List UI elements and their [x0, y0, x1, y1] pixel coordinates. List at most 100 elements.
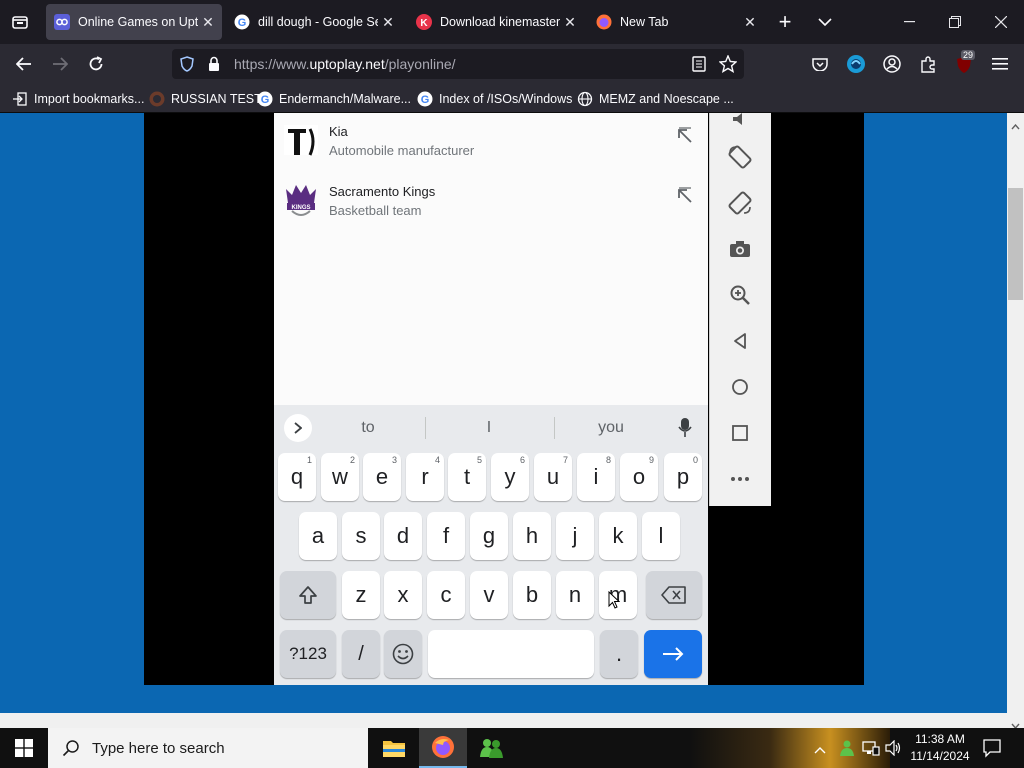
bookmark-import[interactable]: Import bookmarks...	[12, 90, 144, 108]
network-icon[interactable]	[862, 740, 880, 761]
extensions-icon[interactable]	[912, 48, 944, 80]
key-i[interactable]: i8	[577, 453, 615, 501]
key-t[interactable]: t5	[448, 453, 486, 501]
notifications-icon[interactable]	[982, 738, 1002, 763]
tab-new-tab[interactable]: New Tab ✕	[588, 4, 764, 40]
msn-messenger-icon[interactable]	[468, 728, 516, 768]
result-item-kia[interactable]: Kia Automobile manufacturer	[274, 113, 708, 163]
symbols-key[interactable]: ?123	[280, 630, 336, 678]
close-tab-icon[interactable]: ✕	[378, 14, 398, 31]
shift-key[interactable]	[280, 571, 336, 619]
bookmark-star-icon[interactable]	[718, 54, 738, 78]
suggestion-word[interactable]: you	[577, 419, 645, 437]
camera-icon[interactable]	[724, 233, 756, 265]
key-a[interactable]: a	[299, 512, 337, 560]
home-circle-icon[interactable]	[724, 371, 756, 403]
new-tab-icon[interactable]: +	[769, 6, 801, 38]
tab-uptoplay[interactable]: Online Games on Uptopl ✕	[46, 4, 222, 40]
suggestion-word[interactable]: to	[334, 419, 402, 437]
tracking-shield-icon[interactable]	[180, 56, 194, 77]
taskbar-search-box[interactable]: Type here to search	[48, 728, 368, 768]
key-z[interactable]: z	[342, 571, 380, 619]
key-p[interactable]: p0	[664, 453, 702, 501]
fill-query-arrow-icon[interactable]	[676, 187, 694, 205]
key-w[interactable]: w2	[321, 453, 359, 501]
back-triangle-icon[interactable]	[724, 325, 756, 357]
close-tab-icon[interactable]: ✕	[740, 14, 760, 31]
volume-tray-icon[interactable]	[885, 739, 903, 761]
reload-icon[interactable]	[80, 48, 112, 80]
key-d[interactable]: d	[384, 512, 422, 560]
bookmark-endermanch[interactable]: G Endermanch/Malware...	[257, 90, 411, 108]
close-tab-icon[interactable]: ✕	[560, 14, 580, 31]
result-item-sacramento-kings[interactable]: KINGS Sacramento Kings Basketball team	[274, 173, 708, 223]
tab-kinemaster[interactable]: K Download kinemaster ✕	[408, 4, 584, 40]
bookmark-russian-test[interactable]: RUSSIAN TEST	[149, 90, 262, 108]
pocket-icon[interactable]	[804, 48, 836, 80]
lock-icon[interactable]	[208, 56, 220, 77]
fill-query-arrow-icon[interactable]	[676, 127, 694, 145]
zoom-icon[interactable]	[724, 279, 756, 311]
expand-toolbar-chevron-icon[interactable]	[284, 414, 312, 442]
period-key[interactable]: .	[600, 630, 638, 678]
restore-icon[interactable]	[932, 0, 978, 44]
key-h[interactable]: h	[513, 512, 551, 560]
key-n[interactable]: n	[556, 571, 594, 619]
rotate-right-icon[interactable]	[724, 187, 756, 219]
key-c[interactable]: c	[427, 571, 465, 619]
bookmark-memz[interactable]: MEMZ and Noescape ...	[577, 90, 734, 108]
bookmark-index-isos[interactable]: G Index of /ISOs/Windows	[417, 90, 572, 108]
key-f[interactable]: f	[427, 512, 465, 560]
emoji-key[interactable]	[384, 630, 422, 678]
menu-icon[interactable]	[984, 48, 1016, 80]
overview-square-icon[interactable]	[724, 417, 756, 449]
close-window-icon[interactable]	[978, 0, 1024, 44]
key-x[interactable]: x	[384, 571, 422, 619]
rotate-left-icon[interactable]	[724, 141, 756, 173]
suggestion-word[interactable]: I	[455, 419, 523, 437]
key-r[interactable]: r4	[406, 453, 444, 501]
firefox-taskbar-icon[interactable]	[419, 728, 467, 768]
list-all-tabs-icon[interactable]	[809, 6, 841, 38]
key-e[interactable]: e3	[363, 453, 401, 501]
horizontal-scrollbar[interactable]	[0, 713, 1007, 728]
scroll-thumb[interactable]	[1008, 188, 1023, 300]
key-j[interactable]: j	[556, 512, 594, 560]
key-k[interactable]: k	[599, 512, 637, 560]
more-options-icon[interactable]	[724, 463, 756, 495]
slash-key[interactable]: /	[342, 630, 380, 678]
system-clock[interactable]: 11:38 AM 11/14/2024	[905, 731, 975, 765]
back-icon[interactable]	[8, 48, 40, 80]
url-bar[interactable]: https://www.uptoplay.net/playonline/	[172, 49, 744, 79]
vertical-scrollbar[interactable]	[1007, 113, 1024, 730]
scroll-up-arrow-icon[interactable]	[1011, 117, 1020, 135]
volume-icon[interactable]	[724, 103, 756, 135]
reader-view-icon[interactable]	[692, 56, 706, 77]
start-button[interactable]	[0, 728, 48, 768]
key-o[interactable]: o9	[620, 453, 658, 501]
close-tab-icon[interactable]: ✕	[198, 14, 218, 31]
minimize-icon[interactable]	[886, 0, 932, 44]
backspace-key[interactable]	[646, 571, 702, 619]
key-q[interactable]: q1	[278, 453, 316, 501]
android-screen[interactable]: Kia Automobile manufacturer KINGS Sacram…	[274, 113, 708, 685]
key-g[interactable]: g	[470, 512, 508, 560]
forward-icon[interactable]	[44, 48, 76, 80]
tab-google-search[interactable]: G dill dough - Google Sear ✕	[226, 4, 402, 40]
show-hidden-icons-chevron-icon[interactable]	[814, 741, 826, 759]
key-l[interactable]: l	[642, 512, 680, 560]
ublock-icon[interactable]: 29	[948, 48, 980, 80]
key-y[interactable]: y6	[491, 453, 529, 501]
vpn-extension-icon[interactable]	[840, 48, 872, 80]
firefox-view-icon[interactable]	[4, 6, 36, 38]
spacebar-key[interactable]	[428, 630, 594, 678]
enter-key[interactable]	[644, 630, 702, 678]
file-explorer-icon[interactable]	[370, 728, 418, 768]
key-s[interactable]: s	[342, 512, 380, 560]
key-b[interactable]: b	[513, 571, 551, 619]
key-u[interactable]: u7	[534, 453, 572, 501]
account-icon[interactable]	[876, 48, 908, 80]
people-tray-icon[interactable]	[838, 739, 856, 762]
key-v[interactable]: v	[470, 571, 508, 619]
microphone-icon[interactable]	[678, 417, 692, 444]
